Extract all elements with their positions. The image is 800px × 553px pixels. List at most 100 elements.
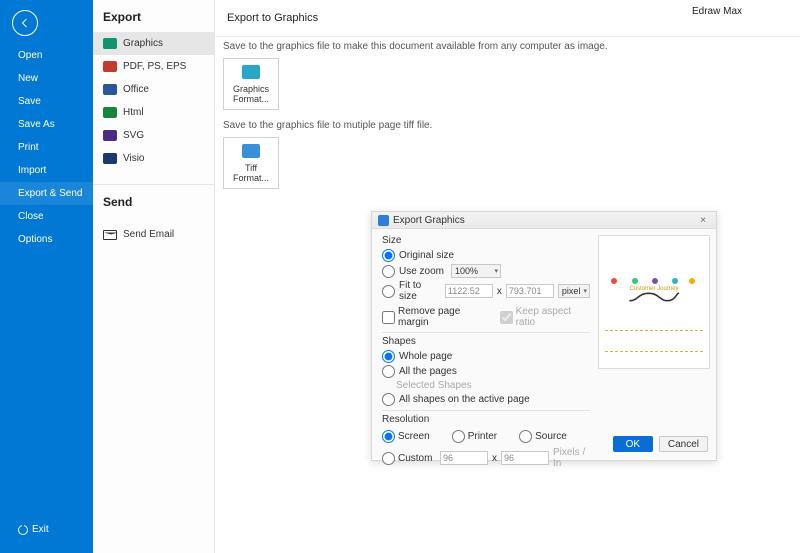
radio-input[interactable]	[382, 265, 395, 278]
radio-input[interactable]	[382, 452, 395, 465]
sidebar-item-save-as[interactable]: Save As	[0, 113, 93, 136]
format-office[interactable]: Office	[93, 78, 214, 101]
radio-printer[interactable]: Printer	[452, 430, 497, 443]
arrow-left-icon	[19, 17, 31, 29]
format-html[interactable]: Html	[93, 101, 214, 124]
radio-active-page-shapes[interactable]: All shapes on the active page	[382, 393, 590, 406]
checkbox-input	[500, 311, 513, 324]
dialog-title: Export Graphics	[393, 215, 465, 226]
format-pdf[interactable]: PDF, PS, EPS	[93, 55, 214, 78]
sidebar-item-open[interactable]: Open	[0, 44, 93, 67]
format-label: Graphics	[123, 38, 163, 49]
format-visio[interactable]: Visio	[93, 147, 214, 170]
dialog-close-button[interactable]: ×	[696, 215, 710, 226]
send-email[interactable]: Send Email	[93, 223, 214, 246]
sidebar-item-exit[interactable]: Exit	[18, 524, 49, 535]
format-label: Visio	[123, 153, 145, 164]
radio-label: Fit to size	[399, 280, 441, 302]
export-header: Export	[93, 0, 214, 32]
radio-input[interactable]	[519, 430, 532, 443]
chk-keep-aspect[interactable]: Keep aspect ratio	[500, 306, 590, 328]
thumb-tiff-format[interactable]: Tiff Format...	[223, 137, 279, 189]
radio-label: Source	[535, 431, 567, 442]
radio-input[interactable]	[452, 430, 465, 443]
svg-icon	[103, 130, 117, 141]
divider	[382, 410, 590, 411]
image-icon	[242, 65, 260, 79]
cancel-button[interactable]: Cancel	[659, 436, 708, 452]
checkbox-input[interactable]	[382, 311, 395, 324]
x-label: x	[497, 286, 502, 297]
radio-use-zoom[interactable]: Use zoom 100%▾	[382, 264, 590, 278]
radio-screen[interactable]: Screen	[382, 430, 430, 443]
fit-height-input[interactable]	[506, 284, 554, 298]
image-icon	[242, 144, 260, 158]
sidebar-item-close[interactable]: Close	[0, 205, 93, 228]
res-x-input[interactable]	[440, 451, 488, 465]
radio-label: Printer	[468, 431, 497, 442]
radio-input[interactable]	[382, 249, 395, 262]
desc-tiff: Save to the graphics file to mutiple pag…	[223, 120, 800, 131]
radio-source[interactable]: Source	[519, 430, 567, 443]
format-svg[interactable]: SVG	[93, 124, 214, 147]
sidebar-item-new[interactable]: New	[0, 67, 93, 90]
radio-input[interactable]	[382, 430, 395, 443]
format-label: Html	[123, 107, 144, 118]
exit-label: Exit	[32, 524, 49, 535]
radio-input[interactable]	[382, 393, 395, 406]
chk-remove-margin[interactable]: Remove page margin	[382, 306, 490, 328]
power-icon	[18, 525, 28, 535]
mail-icon	[103, 230, 117, 240]
back-button[interactable]	[12, 10, 38, 36]
radio-original-size[interactable]: Original size	[382, 249, 590, 262]
thumb-graphics-format[interactable]: Graphics Format...	[223, 58, 279, 110]
resolution-section-title: Resolution	[382, 414, 590, 425]
map-pin-icon	[689, 278, 695, 284]
radio-custom-res[interactable]: Custom	[382, 452, 436, 465]
radio-selected-shapes: Selected Shapes	[382, 380, 590, 391]
chevron-down-icon: ▾	[583, 287, 589, 295]
zoom-select[interactable]: 100%▾	[451, 264, 501, 278]
pdf-icon	[103, 61, 117, 72]
sidebar-item-options[interactable]: Options	[0, 228, 93, 251]
radio-label: All shapes on the active page	[399, 394, 530, 405]
app-title: Edraw Max	[692, 6, 742, 17]
unit-label: Pixels / In	[553, 447, 590, 469]
radio-whole-page[interactable]: Whole page	[382, 350, 590, 363]
desc-graphics: Save to the graphics file to make this d…	[223, 41, 800, 52]
divider	[382, 332, 590, 333]
visio-icon	[103, 153, 117, 164]
file-sidebar: Open New Save Save As Print Import Expor…	[0, 0, 93, 553]
radio-label: Screen	[398, 431, 430, 442]
dialog-titlebar[interactable]: Export Graphics ×	[372, 212, 716, 229]
radio-input[interactable]	[382, 350, 395, 363]
sidebar-item-save[interactable]: Save	[0, 90, 93, 113]
format-label: SVG	[123, 130, 144, 141]
radio-input[interactable]	[382, 365, 395, 378]
radio-fit-to-size[interactable]: Fit to size x pixel▾	[382, 280, 590, 302]
map-pin-icon	[611, 278, 617, 284]
shapes-section-title: Shapes	[382, 336, 590, 347]
sidebar-item-print[interactable]: Print	[0, 136, 93, 159]
format-graphics[interactable]: Graphics	[93, 32, 214, 55]
ok-button[interactable]: OK	[613, 436, 653, 452]
unit-select[interactable]: pixel▾	[558, 284, 590, 298]
sidebar-item-export-send[interactable]: Export & Send	[0, 182, 93, 205]
send-label: Send Email	[123, 229, 174, 240]
export-graphics-dialog: Export Graphics × Size Original size Use…	[371, 211, 717, 461]
map-pin-icon	[672, 278, 678, 284]
radio-label: Whole page	[399, 351, 452, 362]
radio-all-pages[interactable]: All the pages	[382, 365, 590, 378]
send-header: Send	[93, 185, 214, 217]
x-label: x	[492, 453, 497, 464]
sidebar-item-import[interactable]: Import	[0, 159, 93, 182]
html-icon	[103, 107, 117, 118]
size-section-title: Size	[382, 235, 590, 246]
res-y-input[interactable]	[501, 451, 549, 465]
fit-width-input[interactable]	[445, 284, 493, 298]
office-icon	[103, 84, 117, 95]
dialog-icon	[378, 215, 389, 226]
radio-input[interactable]	[382, 285, 395, 298]
radio-label: Selected Shapes	[396, 380, 472, 391]
chevron-down-icon: ▾	[494, 267, 500, 275]
